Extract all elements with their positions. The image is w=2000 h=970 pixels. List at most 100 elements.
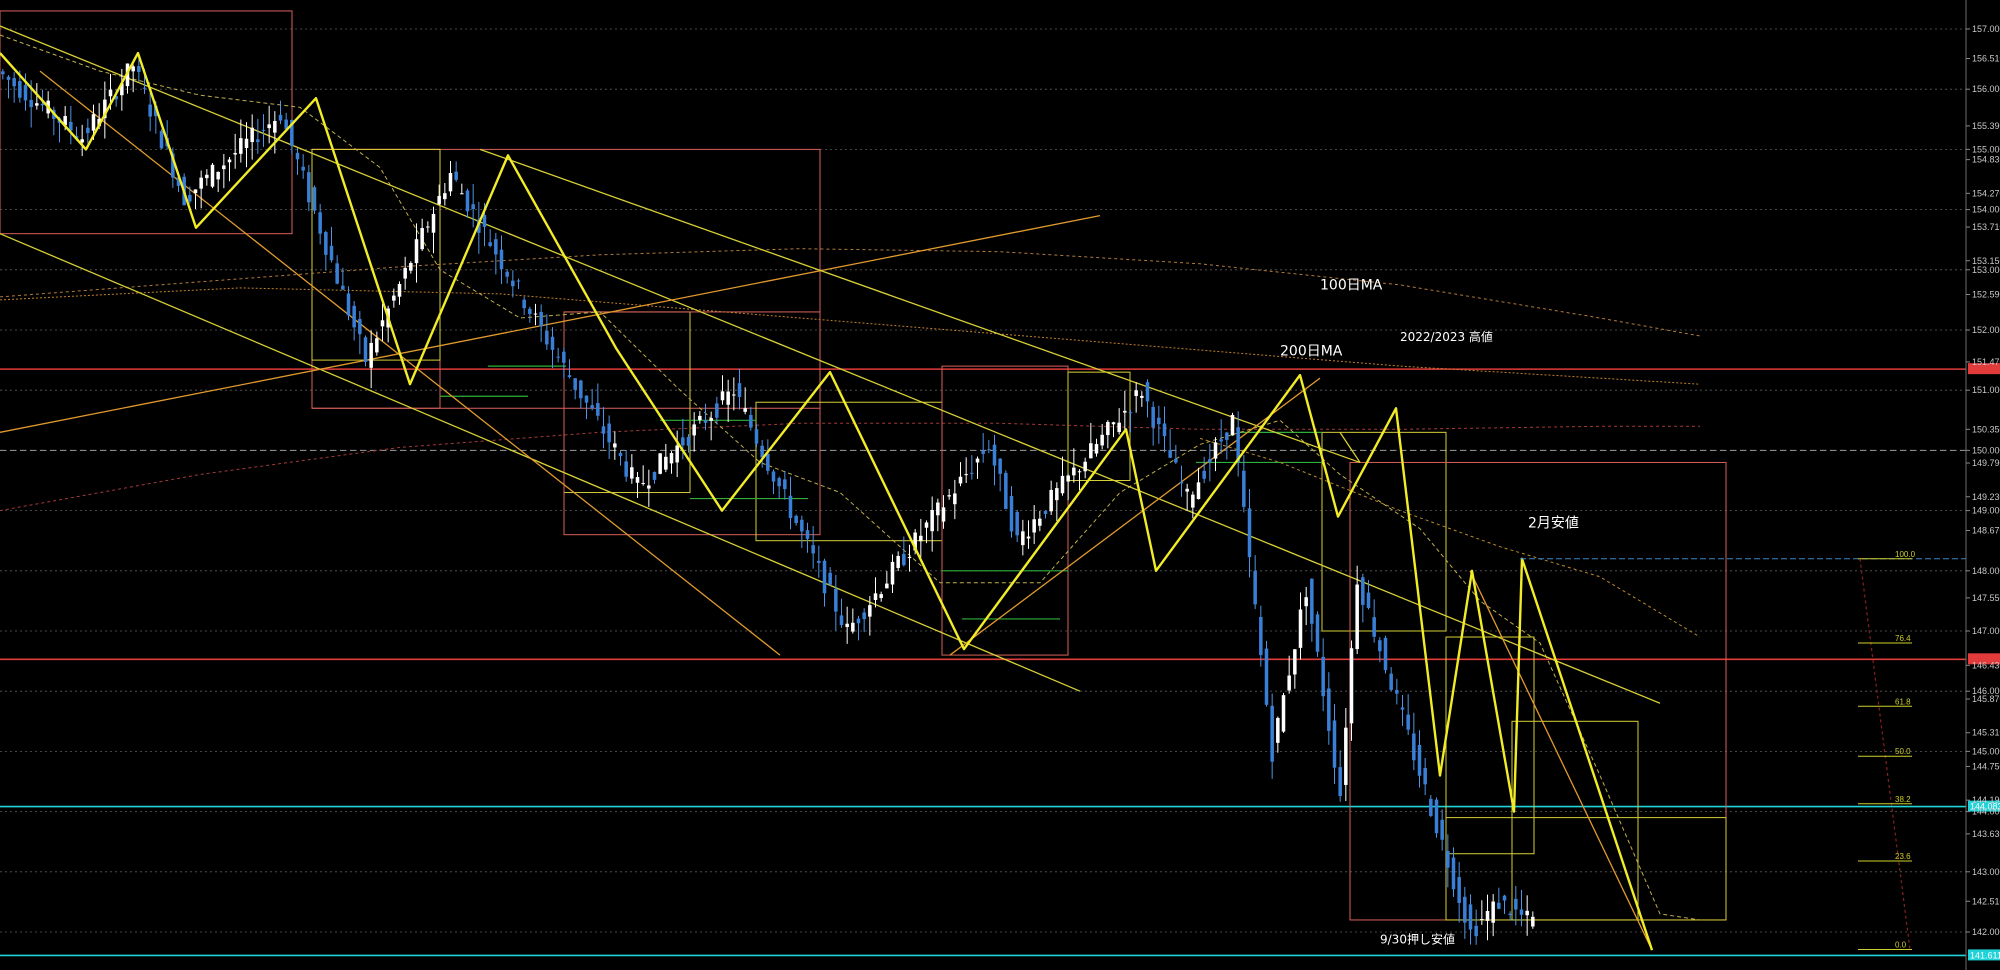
axis-tick-label: 144.750 xyxy=(1972,761,2000,771)
candle-body xyxy=(1179,481,1184,484)
candle-body xyxy=(624,461,628,477)
candle-body xyxy=(335,263,339,284)
candle-body xyxy=(159,130,164,149)
candle-body xyxy=(562,351,566,363)
candle-body xyxy=(1485,910,1490,921)
candle-body xyxy=(1321,656,1325,697)
axis-tick-label: 143.630 xyxy=(1972,829,2000,839)
candle-body xyxy=(1111,422,1116,425)
fib-level-label: 100.0 xyxy=(1895,550,1916,559)
candle-body xyxy=(1281,695,1286,732)
candle-body xyxy=(1395,689,1399,694)
candle-body xyxy=(488,242,492,246)
candle-body xyxy=(1242,470,1246,507)
candle-body xyxy=(800,519,804,532)
candle-body xyxy=(261,129,266,131)
candle-body xyxy=(1168,450,1172,458)
candle-body xyxy=(1123,410,1127,413)
candle-body xyxy=(1009,496,1014,532)
candle-body xyxy=(108,89,113,97)
candle-body xyxy=(698,415,702,420)
candle-body xyxy=(1361,577,1365,605)
candle-body xyxy=(1270,705,1274,762)
candle-body xyxy=(817,560,821,563)
axis-tick-label: 153.000 xyxy=(1972,265,2000,275)
candle-body xyxy=(1429,798,1433,816)
candle-body xyxy=(1298,609,1303,648)
candle-body xyxy=(664,456,668,470)
candle-body xyxy=(550,336,555,350)
candle-body xyxy=(1100,434,1104,446)
candle-body xyxy=(919,535,923,542)
candle-body xyxy=(732,394,736,396)
candle-body xyxy=(726,391,730,405)
candle-body xyxy=(403,267,407,279)
candle-body xyxy=(845,623,849,627)
candle-body xyxy=(607,423,611,443)
candle-body xyxy=(131,66,135,72)
candle-body xyxy=(1383,637,1388,671)
axis-tick-label: 142.510 xyxy=(1972,896,2000,906)
candle-body xyxy=(426,226,430,228)
candle-body xyxy=(1004,472,1008,509)
candle-body xyxy=(720,391,725,401)
candle-body xyxy=(12,78,16,87)
candle-body xyxy=(1026,536,1031,539)
candle-body xyxy=(1,71,5,75)
candle-body xyxy=(1349,648,1354,724)
axis-tick-label: 145.870 xyxy=(1972,694,2000,704)
candle-body xyxy=(273,120,277,133)
candle-body xyxy=(1389,673,1393,690)
candle-body xyxy=(987,449,991,451)
candle-body xyxy=(1400,707,1405,710)
candle-body xyxy=(681,437,685,446)
candle-body xyxy=(924,522,929,528)
candle-body xyxy=(460,193,464,195)
candle-body xyxy=(346,293,351,316)
candle-body xyxy=(29,100,33,108)
candle-body xyxy=(1287,675,1291,691)
candle-body xyxy=(494,239,498,255)
candle-body xyxy=(1293,649,1297,675)
axis-tick-label: 156.000 xyxy=(1972,84,2000,94)
candle-body xyxy=(533,313,538,315)
candle-body xyxy=(970,472,974,474)
candle-body xyxy=(397,284,402,297)
candle-body xyxy=(392,295,396,301)
candle-body xyxy=(1196,482,1201,500)
candle-body xyxy=(686,436,691,446)
candle-body xyxy=(278,114,283,121)
candle-body xyxy=(142,87,147,89)
candle-body xyxy=(630,467,634,479)
price-chart[interactable]: 100.0 76.4 61.8 50.0 38.2 23.6 0.0 100日MA 200日M… xyxy=(0,0,2000,970)
candle-body xyxy=(1219,439,1223,442)
candle-body xyxy=(964,474,968,476)
candle-body xyxy=(579,380,583,399)
candle-body xyxy=(788,495,793,519)
axis-tick-label: 145.000 xyxy=(1972,746,2000,756)
candle-body xyxy=(658,453,662,474)
candle-body xyxy=(35,103,39,106)
candle-body xyxy=(1106,421,1110,436)
candle-body xyxy=(363,337,368,362)
candle-body xyxy=(992,444,997,466)
candle-body xyxy=(1134,390,1138,397)
candle-body xyxy=(239,138,243,154)
candle-body xyxy=(596,403,600,416)
candle-body xyxy=(783,479,787,489)
candle-body xyxy=(1038,518,1042,526)
candle-body xyxy=(420,228,424,250)
fib-level-label: 23.6 xyxy=(1895,852,1911,861)
candle-body xyxy=(137,66,141,72)
axis-tick-label: 147.000 xyxy=(1972,626,2000,636)
candle-body xyxy=(998,458,1002,474)
candle-body xyxy=(1372,617,1376,637)
candle-body xyxy=(431,213,436,233)
candle-body xyxy=(1412,733,1416,761)
candle-body xyxy=(465,190,470,212)
candle-body xyxy=(890,561,895,585)
candle-body xyxy=(879,594,883,599)
candle-body xyxy=(703,420,708,423)
candle-body xyxy=(188,194,192,202)
candle-body xyxy=(454,171,458,180)
